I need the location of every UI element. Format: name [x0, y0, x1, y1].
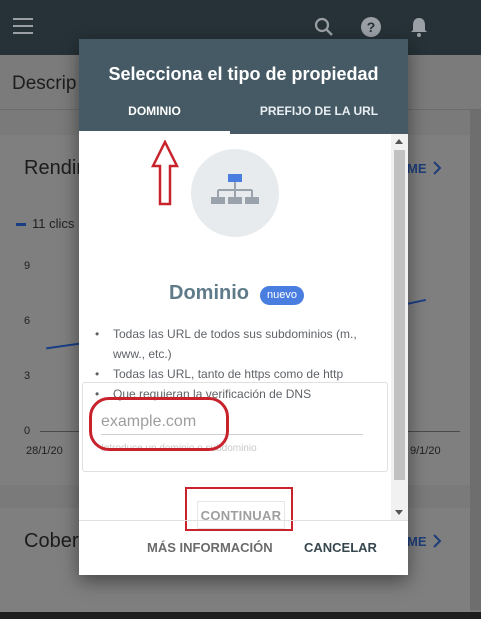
tab-domain[interactable]: DOMINIO	[79, 104, 230, 134]
list-item: Todas las URL de todos sus subdominios (…	[95, 324, 377, 364]
cancel-button[interactable]: CANCELAR	[304, 540, 377, 555]
property-type-dialog: Selecciona el tipo de propiedad DOMINIO …	[79, 39, 408, 575]
continue-button[interactable]: CONTINUAR	[197, 501, 285, 529]
performance-open-report-link[interactable]: ME	[407, 161, 427, 176]
legend-swatch	[16, 223, 26, 227]
chart-line-segment	[406, 298, 426, 306]
search-icon[interactable]	[312, 15, 336, 39]
svg-text:?: ?	[367, 19, 376, 35]
coverage-card-title: Cobert	[24, 530, 85, 552]
page-scrollbar[interactable]	[470, 110, 481, 610]
dialog-title: Selecciona el tipo de propiedad	[108, 64, 379, 84]
new-badge: nuevo	[260, 286, 304, 305]
help-icon[interactable]: ?	[359, 15, 383, 39]
y-tick-label: 9	[24, 260, 31, 272]
scroll-up-arrow-icon[interactable]	[395, 139, 403, 144]
x-tick-label: 9/1/20	[410, 445, 441, 457]
property-type-name: Dominio	[169, 282, 249, 304]
annotation-up-arrow-icon	[151, 140, 179, 206]
footer-divider	[79, 520, 408, 521]
y-tick-label: 3	[24, 370, 31, 382]
annotation-highlight-oval	[89, 397, 229, 451]
coverage-open-report-link[interactable]: ME	[407, 534, 427, 549]
list-item: Todas las URL, tanto de https como de ht…	[95, 364, 377, 384]
tab-url-prefix[interactable]: PREFIJO DE LA URL	[230, 104, 408, 134]
dialog-scrollbar[interactable]	[391, 134, 408, 520]
bottom-strip	[0, 612, 481, 619]
dialog-header: Selecciona el tipo de propiedad DOMINIO …	[79, 39, 408, 134]
scroll-thumb[interactable]	[394, 150, 405, 480]
y-tick-label: 0	[24, 425, 31, 437]
more-info-button[interactable]: MÁS INFORMACIÓN	[147, 540, 273, 555]
chevron-right-icon[interactable]	[432, 161, 442, 175]
menu-icon[interactable]	[13, 18, 33, 34]
scroll-down-arrow-icon[interactable]	[395, 510, 403, 515]
sitemap-icon	[211, 174, 259, 204]
notifications-icon[interactable]	[407, 15, 431, 39]
chart-legend: 11 clics	[16, 216, 74, 231]
chart-line-segment	[46, 342, 80, 350]
y-tick-label: 6	[24, 315, 31, 327]
legend-label: 11 clics	[32, 216, 75, 231]
x-tick-label: 28/1/20	[26, 445, 63, 457]
page-title: Descrip	[12, 73, 77, 94]
dialog-body: Dominio nuevo Todas las URL de todos sus…	[79, 134, 408, 520]
domain-illustration	[191, 149, 279, 237]
chevron-right-icon[interactable]	[432, 534, 442, 548]
